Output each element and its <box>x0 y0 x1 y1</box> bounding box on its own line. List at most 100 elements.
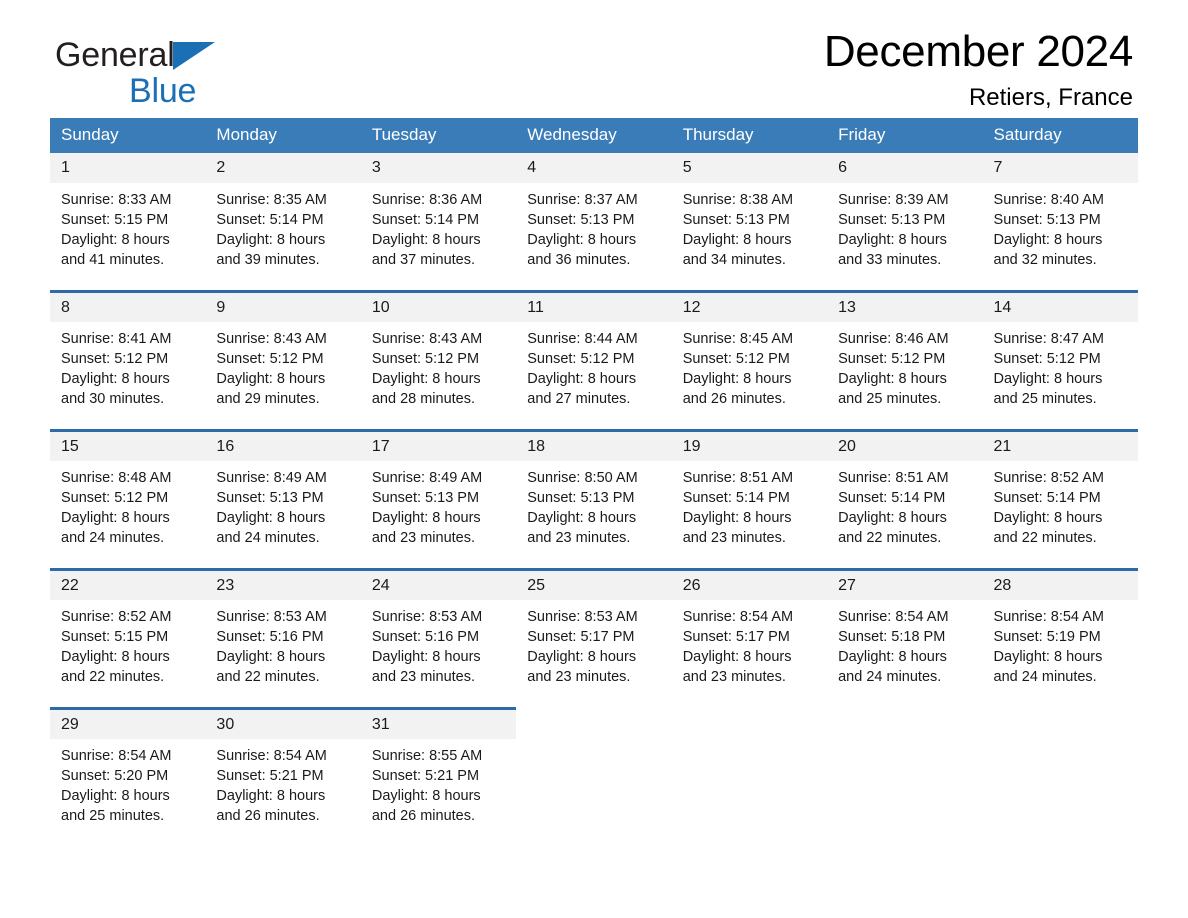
daylight-text-line2: and 22 minutes. <box>61 669 165 686</box>
daylight-text-line2: and 25 minutes. <box>838 390 942 407</box>
daylight-text-line1: Daylight: 8 hours <box>216 231 326 248</box>
sunset-text: Sunset: 5:14 PM <box>216 211 324 228</box>
daylight-text-line2: and 24 minutes. <box>61 529 165 546</box>
day-number-cell[interactable]: 12 <box>671 289 828 322</box>
day-number-cell[interactable]: 26 <box>671 567 828 601</box>
logo-word-blue: Blue <box>129 72 197 110</box>
day-number-cell[interactable]: 1 <box>50 153 206 183</box>
sunset-text: Sunset: 5:21 PM <box>216 768 324 785</box>
sunrise-text: Sunrise: 8:35 AM <box>216 191 327 208</box>
day-number-cell[interactable]: 30 <box>205 707 361 740</box>
day-number-cell[interactable]: 21 <box>982 428 1138 461</box>
day-number-cell[interactable]: 16 <box>205 428 361 461</box>
sunset-text: Sunset: 5:20 PM <box>61 768 169 785</box>
daylight-text-line1: Daylight: 8 hours <box>61 509 170 526</box>
day-number-cell[interactable]: 22 <box>50 567 206 601</box>
daylight-text-line1: Daylight: 8 hours <box>682 231 792 248</box>
daylight-text-line1: Daylight: 8 hours <box>216 370 326 387</box>
sunset-text: Sunset: 5:14 PM <box>993 489 1101 506</box>
sunset-text: Sunset: 5:13 PM <box>838 211 946 228</box>
sunset-text: Sunset: 5:13 PM <box>682 211 790 228</box>
day-number-cell[interactable]: 9 <box>205 289 361 322</box>
day-number-cell[interactable]: 2 <box>205 153 361 183</box>
week-details-row: Sunrise: 8:48 AM Sunset: 5:12 PM Daylight:… <box>50 460 1138 570</box>
daylight-text-line1: Daylight: 8 hours <box>527 649 637 666</box>
weekday-header-wednesday: Wednesday <box>516 118 672 154</box>
sunrise-text: Sunrise: 8:36 AM <box>371 191 483 208</box>
day-number-cell[interactable]: 20 <box>827 428 983 461</box>
logo-top-row: General <box>55 38 215 76</box>
sunset-text: Sunset: 5:13 PM <box>527 489 635 506</box>
day-number-cell[interactable]: 6 <box>827 153 983 183</box>
week-details-row: Sunrise: 8:33 AM Sunset: 5:15 PM Daylight:… <box>50 182 1138 292</box>
day-number-cell[interactable]: 8 <box>50 289 206 322</box>
sunrise-text: Sunrise: 8:51 AM <box>682 469 794 486</box>
day-number-cell[interactable]: 25 <box>516 567 672 601</box>
day-number-cell[interactable]: 28 <box>982 567 1138 601</box>
day-number-cell[interactable]: 24 <box>360 567 517 601</box>
day-number-cell[interactable]: 10 <box>360 289 517 322</box>
day-number-cell[interactable]: 27 <box>827 567 983 601</box>
day-details-cell: Sunrise: 8:54 AM Sunset: 5:20 PM Daylight:… <box>50 739 206 847</box>
sunset-text: Sunset: 5:13 PM <box>216 489 324 506</box>
page-title: December 2024 <box>823 27 1133 76</box>
daylight-text-line2: and 36 minutes. <box>527 251 631 268</box>
sunrise-text: Sunrise: 8:50 AM <box>527 469 638 486</box>
daylight-text-line1: Daylight: 8 hours <box>838 649 947 666</box>
day-number-cell[interactable]: 13 <box>827 289 983 322</box>
sunrise-text: Sunrise: 8:44 AM <box>527 330 638 347</box>
calendar-body: 1 2 3 4 5 6 7 Sunrise: 8:33 AM Sunset: 5:15 PM Da… <box>50 153 1138 847</box>
day-details-cell: Sunrise: 8:35 AM Sunset: 5:14 PM Daylight:… <box>205 182 361 292</box>
sunset-text: Sunset: 5:12 PM <box>993 350 1101 367</box>
daylight-text-line1: Daylight: 8 hours <box>61 231 170 248</box>
day-details-cell: Sunrise: 8:43 AM Sunset: 5:12 PM Daylight:… <box>360 321 517 431</box>
triangle-flag-icon <box>172 42 215 70</box>
day-number-cell[interactable]: 15 <box>50 428 206 461</box>
day-details-cell: Sunrise: 8:50 AM Sunset: 5:13 PM Daylight:… <box>516 460 672 570</box>
sunrise-text: Sunrise: 8:53 AM <box>216 609 327 626</box>
daylight-text-line2: and 25 minutes. <box>993 390 1097 407</box>
sunrise-text: Sunrise: 8:52 AM <box>993 469 1104 486</box>
sunset-text: Sunset: 5:13 PM <box>527 211 635 228</box>
day-details-cell: Sunrise: 8:54 AM Sunset: 5:18 PM Daylight:… <box>827 600 983 709</box>
day-number-cell[interactable]: 11 <box>516 289 672 322</box>
sunrise-text: Sunrise: 8:48 AM <box>61 469 172 486</box>
daylight-text-line2: and 23 minutes. <box>527 529 631 546</box>
day-number-cell[interactable]: 14 <box>982 289 1138 322</box>
day-details-cell: Sunrise: 8:53 AM Sunset: 5:16 PM Daylight:… <box>360 600 517 709</box>
day-number-cell[interactable]: 18 <box>516 428 672 461</box>
daylight-text-line1: Daylight: 8 hours <box>371 231 481 248</box>
daylight-text-line2: and 22 minutes. <box>838 529 942 546</box>
day-number-cell[interactable]: 31 <box>360 707 517 740</box>
sunset-text: Sunset: 5:12 PM <box>61 489 169 506</box>
day-number-cell[interactable]: 17 <box>360 428 517 461</box>
sunrise-text: Sunrise: 8:53 AM <box>527 609 638 626</box>
day-number-cell[interactable]: 29 <box>50 707 206 740</box>
daylight-text-line1: Daylight: 8 hours <box>838 231 947 248</box>
sunset-text: Sunset: 5:12 PM <box>838 350 946 367</box>
day-details-empty <box>516 739 672 847</box>
daylight-text-line2: and 24 minutes. <box>216 529 320 546</box>
daylight-text-line2: and 23 minutes. <box>371 529 476 546</box>
sunrise-text: Sunrise: 8:54 AM <box>993 609 1104 626</box>
day-number-cell[interactable]: 4 <box>516 153 672 183</box>
daylight-text-line1: Daylight: 8 hours <box>216 649 326 666</box>
daylight-text-line2: and 28 minutes. <box>371 390 476 407</box>
day-number-empty <box>827 707 983 740</box>
sunset-text: Sunset: 5:16 PM <box>216 629 324 646</box>
day-details-cell: Sunrise: 8:55 AM Sunset: 5:21 PM Daylight:… <box>360 739 517 847</box>
sunset-text: Sunset: 5:15 PM <box>61 629 169 646</box>
daylight-text-line2: and 24 minutes. <box>993 669 1097 686</box>
day-details-cell: Sunrise: 8:37 AM Sunset: 5:13 PM Daylight:… <box>516 182 672 292</box>
day-number-cell[interactable]: 23 <box>205 567 361 601</box>
week-daynumber-row: 8 9 10 11 12 13 14 <box>50 289 1138 322</box>
day-number-cell[interactable]: 3 <box>360 153 517 183</box>
daylight-text-line2: and 22 minutes. <box>993 529 1097 546</box>
day-details-cell: Sunrise: 8:38 AM Sunset: 5:13 PM Daylight:… <box>671 182 828 292</box>
sunset-text: Sunset: 5:15 PM <box>61 211 169 228</box>
day-number-cell[interactable]: 7 <box>982 153 1138 183</box>
day-number-cell[interactable]: 5 <box>671 153 828 183</box>
day-number-cell[interactable]: 19 <box>671 428 828 461</box>
day-details-cell: Sunrise: 8:41 AM Sunset: 5:12 PM Daylight:… <box>50 321 206 431</box>
daylight-text-line1: Daylight: 8 hours <box>216 509 326 526</box>
